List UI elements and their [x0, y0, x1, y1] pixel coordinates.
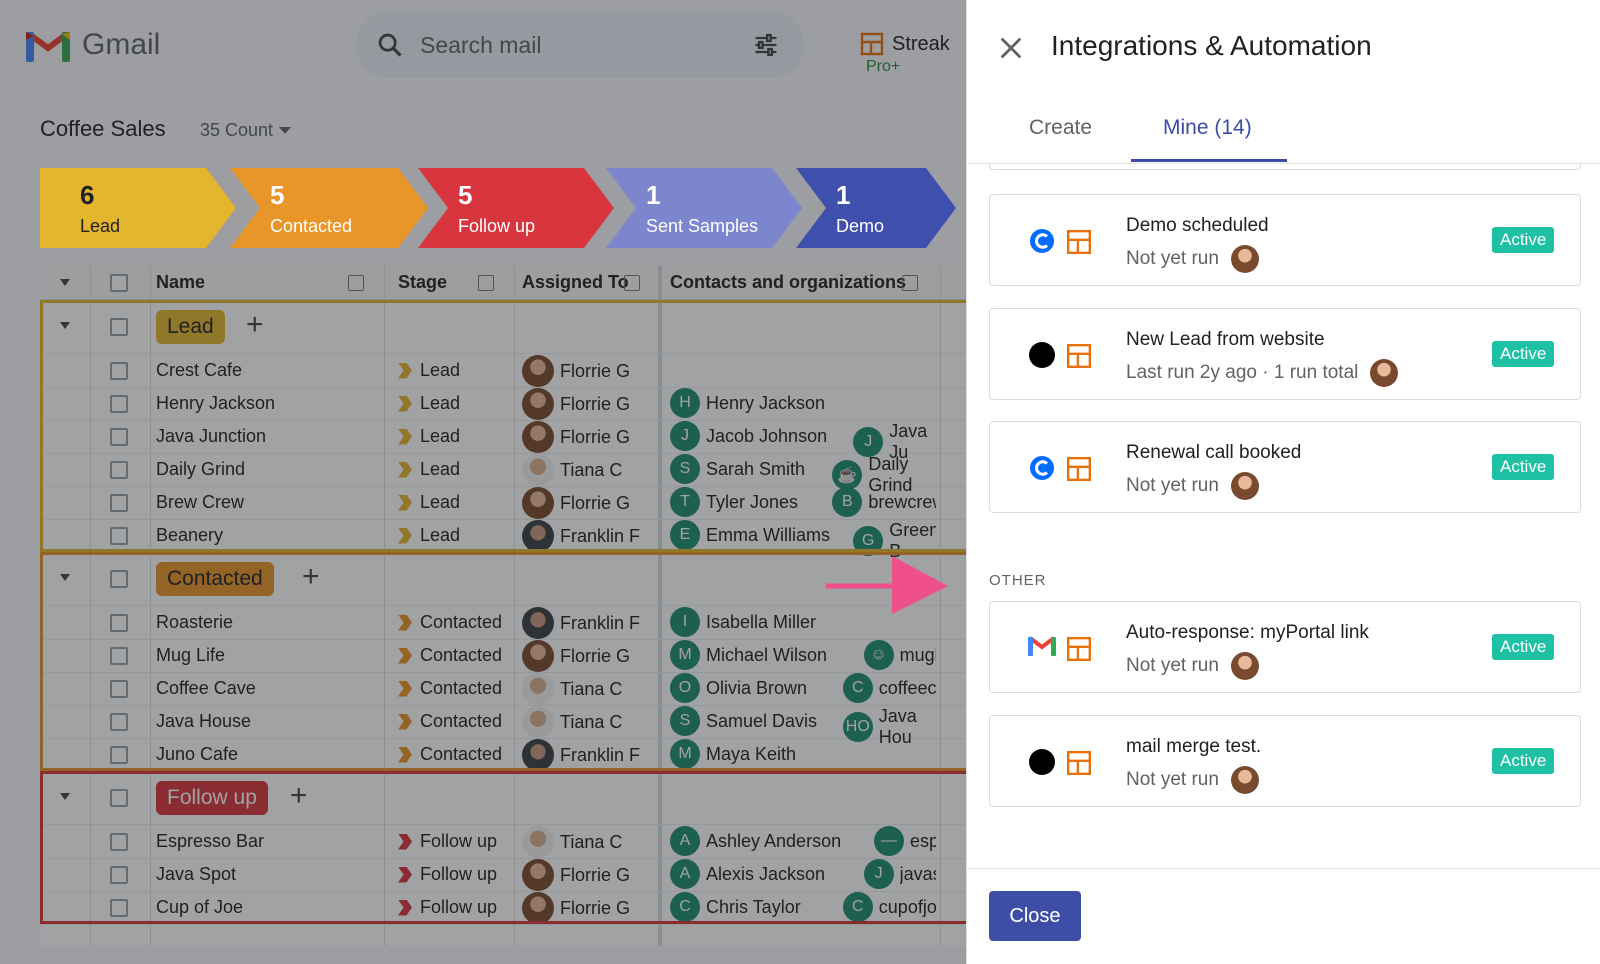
stage-label: Demo — [836, 216, 885, 236]
black-circle-icon — [1028, 748, 1056, 776]
panel-tabs: Create Mine (14) — [967, 96, 1600, 164]
avatar — [1230, 472, 1259, 500]
automation-run-status: Not yet run — [1126, 769, 1219, 790]
streak-box-icon — [1066, 636, 1092, 662]
status-badge: Active — [1492, 227, 1555, 253]
automation-run-status: Not yet run — [1126, 248, 1219, 269]
automation-card[interactable]: Demo scheduled Not yet run Active — [989, 194, 1581, 286]
calendly-icon — [1028, 227, 1056, 255]
automation-list[interactable]: OTHER Demo scheduled Not yet run Active New… — [967, 164, 1600, 868]
gmail-background: Gmail Search mail Streak Pro+ Coffee Sal… — [0, 0, 966, 964]
automation-meta: Not yet run — [1126, 766, 1259, 794]
avatar — [1230, 652, 1259, 680]
stage-count: 6 — [80, 180, 95, 210]
automation-meta: Not yet run — [1126, 652, 1259, 680]
automation-meta: Not yet run — [1126, 472, 1259, 500]
automation-name: Renewal call booked — [1126, 442, 1302, 463]
streak-box-icon — [1066, 456, 1092, 482]
stage-label: Sent Samples — [646, 216, 759, 236]
stage-count: 1 — [646, 180, 661, 210]
automation-run-status: Not yet run — [1126, 475, 1219, 496]
pointer-arrow-icon — [826, 556, 948, 614]
streak-box-icon — [1066, 229, 1092, 255]
stage-count: 5 — [270, 180, 285, 210]
tab-create[interactable]: Create — [1029, 116, 1092, 140]
automation-name: Auto-response: myPortal link — [1126, 622, 1369, 643]
automation-name: New Lead from website — [1126, 329, 1325, 350]
status-badge: Active — [1492, 454, 1555, 480]
automation-run-status: Not yet run — [1126, 655, 1219, 676]
status-badge: Active — [1492, 748, 1555, 774]
stage-funnel: 6 Lead 5 Contacted 5 Follow up 1 Sent Samples 1 D… — [40, 168, 966, 248]
automation-meta: Last run 2y ago · 1 run total — [1126, 359, 1399, 387]
stage-0[interactable]: 6 Lead — [40, 168, 236, 248]
gmail-icon — [1028, 634, 1056, 662]
automation-run-status: Last run 2y ago · 1 run total — [1126, 362, 1359, 383]
avatar — [1230, 766, 1259, 794]
streak-box-icon — [1066, 343, 1092, 369]
avatar — [1230, 245, 1259, 273]
calendly-icon — [1028, 454, 1056, 482]
automation-card[interactable]: Auto-response: myPortal link Not yet run A… — [989, 601, 1581, 693]
section-label-other: OTHER — [989, 572, 1047, 589]
automation-name: Demo scheduled — [1126, 215, 1269, 236]
stage-label: Contacted — [270, 216, 353, 236]
close-icon[interactable] — [997, 34, 1025, 62]
status-badge: Active — [1492, 634, 1555, 660]
avatar — [1370, 359, 1399, 387]
active-tab-indicator — [1131, 159, 1287, 162]
black-circle-icon — [1028, 341, 1056, 369]
panel-title: Integrations & Automation — [1051, 30, 1372, 61]
tab-mine[interactable]: Mine (14) — [1163, 116, 1252, 140]
stage-label: Lead — [80, 216, 121, 236]
automation-card[interactable]: New Lead from website Last run 2y ago · 1… — [989, 308, 1581, 400]
modal-overlay[interactable] — [0, 0, 966, 964]
streak-box-icon — [1066, 750, 1092, 776]
stage-count: 5 — [458, 180, 473, 210]
stage-label: Follow up — [458, 216, 536, 236]
automation-card[interactable]: mail merge test. Not yet run Active — [989, 715, 1581, 807]
automation-card[interactable]: Renewal call booked Not yet run Active — [989, 421, 1581, 513]
automation-name: mail merge test. — [1126, 736, 1262, 757]
panel-footer: Close — [967, 868, 1600, 964]
close-button[interactable]: Close — [989, 891, 1081, 941]
automation-meta: Not yet run — [1126, 245, 1259, 273]
previous-card-edge — [989, 164, 1581, 170]
integrations-panel: Integrations & Automation Create Mine (1… — [966, 0, 1600, 964]
status-badge: Active — [1492, 341, 1555, 367]
stage-count: 1 — [836, 180, 851, 210]
